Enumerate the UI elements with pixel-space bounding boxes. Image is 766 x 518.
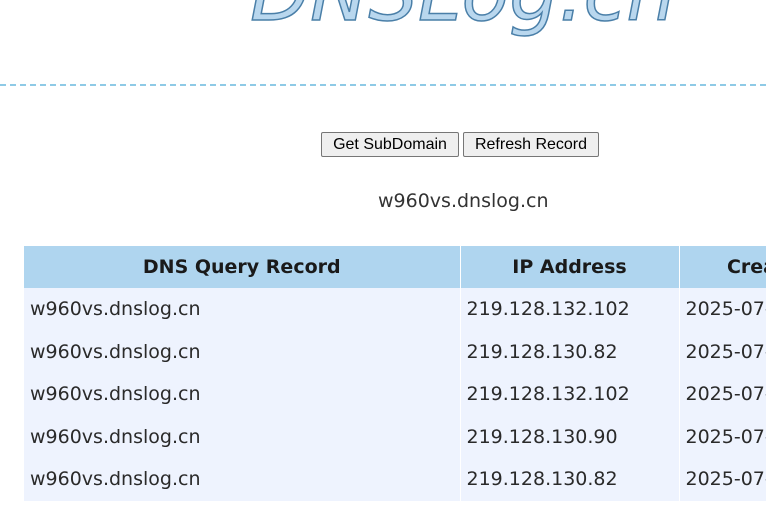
dashed-divider — [0, 84, 766, 86]
table-header-row: DNS Query Record IP Address Crea — [24, 246, 766, 288]
created-time-cell: 2025-07- — [679, 330, 766, 373]
header-dns-query-record: DNS Query Record — [24, 246, 461, 288]
dns-records-table: DNS Query Record IP Address Crea w960vs.… — [24, 246, 766, 501]
refresh-record-button[interactable]: Refresh Record — [463, 132, 599, 157]
dns-query-cell: w960vs.dnslog.cn — [24, 330, 461, 373]
dns-query-cell: w960vs.dnslog.cn — [24, 288, 461, 331]
subdomain-text: w960vs.dnslog.cn — [378, 190, 549, 212]
dns-query-cell: w960vs.dnslog.cn — [24, 373, 461, 416]
header-ip-address: IP Address — [460, 246, 680, 288]
created-time-cell: 2025-07- — [679, 458, 766, 501]
dns-query-cell: w960vs.dnslog.cn — [24, 458, 461, 501]
header-created-time: Crea — [679, 246, 766, 288]
created-time-cell: 2025-07- — [679, 288, 766, 331]
dns-query-cell: w960vs.dnslog.cn — [24, 415, 461, 458]
table-row: w960vs.dnslog.cn 219.128.132.102 2025-07… — [24, 373, 766, 416]
ip-address-cell: 219.128.130.90 — [460, 415, 680, 458]
ip-address-cell: 219.128.132.102 — [460, 288, 680, 331]
logo-text: DNSLog.cn — [250, 0, 676, 39]
dnslog-page: DNSLog.cn Get SubDomain Refresh Record w… — [0, 0, 766, 518]
dnslog-logo: DNSLog.cn — [228, 0, 698, 40]
created-time-cell: 2025-07- — [679, 373, 766, 416]
logo-graphic: DNSLog.cn — [249, 0, 676, 40]
table-row: w960vs.dnslog.cn 219.128.130.82 2025-07- — [24, 330, 766, 373]
table-row: w960vs.dnslog.cn 219.128.132.102 2025-07… — [24, 288, 766, 331]
ip-address-cell: 219.128.130.82 — [460, 458, 680, 501]
get-subdomain-button[interactable]: Get SubDomain — [321, 132, 459, 157]
table-row: w960vs.dnslog.cn 219.128.130.82 2025-07- — [24, 458, 766, 501]
created-time-cell: 2025-07- — [679, 415, 766, 458]
ip-address-cell: 219.128.132.102 — [460, 373, 680, 416]
ip-address-cell: 219.128.130.82 — [460, 330, 680, 373]
table-row: w960vs.dnslog.cn 219.128.130.90 2025-07- — [24, 415, 766, 458]
